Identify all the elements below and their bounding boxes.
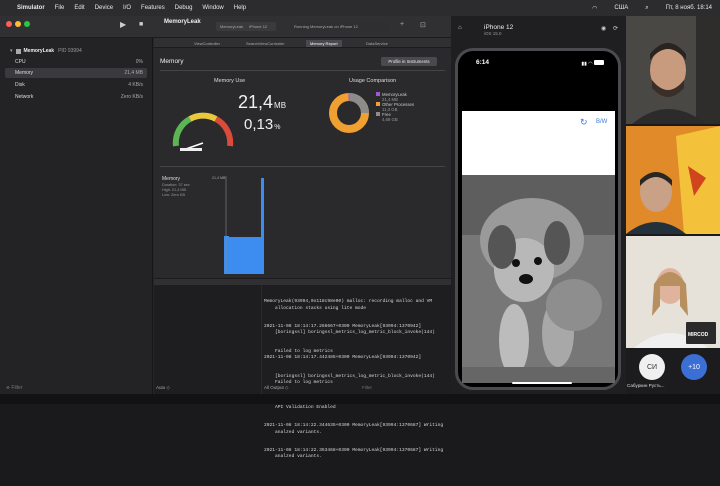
graph-title: Memory (162, 176, 181, 182)
divider (160, 70, 445, 71)
input-locale[interactable]: США (614, 5, 628, 11)
menu-features[interactable]: Features (141, 5, 165, 11)
process-pid: PID 93994 (58, 48, 82, 54)
rotate-icon[interactable]: ⟳ (613, 25, 618, 32)
memory-graph (224, 176, 264, 274)
debug-navigator: ▾ MemoryLeak PID 93994 CPU 0% Memory 21,4 … (0, 38, 153, 394)
console-output[interactable]: MemoryLeak(93994,0x118c98e00) malloc: re… (262, 285, 451, 459)
memory-use-value: 21,4MB (238, 92, 287, 112)
stop-icon[interactable]: ■ (139, 21, 143, 28)
tab-viewcontroller[interactable]: ViewController (194, 41, 220, 46)
add-icon[interactable]: + (400, 21, 404, 28)
home-icon[interactable]: ⌂ (458, 25, 462, 31)
status-icons: ▮▮ ◠ (581, 60, 604, 67)
usage-donut-chart (329, 93, 369, 133)
menu-help[interactable]: Help (234, 5, 246, 11)
graph-info: Duration: 37 sec High: 21,4 MB Low: Zero… (162, 183, 190, 197)
editor-area: ViewController SearchViewController Memo… (154, 38, 451, 459)
console-filter[interactable]: Filter (362, 385, 372, 391)
participant-video-1[interactable] (626, 16, 720, 124)
menu-window[interactable]: Window (202, 5, 223, 11)
more-participants-button[interactable]: +10 (681, 354, 707, 380)
clock[interactable]: Пт, 8 нояб. 18:14 (666, 5, 712, 11)
console-output-selector[interactable]: All Output ◇ (264, 385, 288, 391)
usage-comparison-title: Usage Comparison (349, 78, 397, 84)
menu-io[interactable]: I/O (123, 5, 131, 11)
self-name: Сабуркин Русть... (627, 383, 665, 388)
menu-debug[interactable]: Debug (175, 5, 193, 11)
app-icon (15, 48, 21, 54)
menu-edit[interactable]: Edit (74, 5, 84, 11)
participant-video-2[interactable] (626, 126, 720, 234)
dock-edge (0, 394, 720, 404)
xcode-toolbar: ▶ ■ MemoryLeak MemoryLeak iPhone 12 Runni… (0, 16, 451, 38)
divider (160, 166, 445, 167)
library-icon[interactable]: ⊡ (420, 21, 426, 29)
gauge-disk[interactable]: Disk 4 KB/s (5, 80, 147, 90)
navigator-filter[interactable]: ⌯ Filter (6, 385, 23, 391)
simulator-subtitle: iOS 15.0 (484, 31, 502, 36)
auto-selector[interactable]: Auto ◇ (156, 385, 170, 391)
app-screen: ↻ B/W (462, 111, 615, 383)
participant-video-3[interactable]: MIRCOD (626, 236, 720, 348)
tab-searchviewcontroller[interactable]: SearchViewController (246, 41, 285, 46)
bw-button[interactable]: B/W (596, 119, 607, 125)
close-window-button[interactable] (6, 21, 12, 27)
tab-memory-report[interactable]: Memory Report (306, 40, 342, 47)
gauge-memory[interactable]: Memory 21,4 MB (5, 68, 147, 78)
self-avatar[interactable]: СИ (639, 354, 665, 380)
tab-dataservice[interactable]: DataService (366, 41, 388, 46)
refresh-icon[interactable]: ↻ (580, 117, 588, 128)
scheme-selector[interactable]: MemoryLeak iPhone 12 (216, 22, 276, 31)
menu-device[interactable]: Device (95, 5, 113, 11)
gauge-cpu[interactable]: CPU 0% (5, 57, 147, 67)
status-time: 6:14 (476, 59, 490, 66)
wifi-icon[interactable]: ◠ (592, 5, 597, 12)
memory-gauge (172, 112, 234, 151)
search-icon[interactable]: ⌕ (645, 5, 648, 12)
zoom-window-button[interactable] (24, 21, 30, 27)
jump-bar: ViewController SearchViewController Memo… (154, 38, 451, 48)
disclosure-icon[interactable]: ▾ (10, 48, 13, 54)
usage-legend: MemoryLeak 21,4 MB Other Processes 11,3 … (376, 92, 414, 122)
xcode-window: ▶ ■ MemoryLeak MemoryLeak iPhone 12 Runni… (0, 16, 451, 459)
run-icon[interactable]: ▶ (120, 20, 126, 29)
report-title: Memory (160, 58, 184, 65)
dog-photo (462, 175, 615, 383)
variables-view[interactable]: Auto ◇ (154, 285, 261, 394)
gauge-network[interactable]: Network Zero KB/s (5, 92, 147, 102)
laptop-badge: MIRCOD (688, 332, 709, 338)
activity-status: Running MemoryLeak on iPhone 12 (290, 22, 390, 31)
participant-strip: СИ +10 Сабуркин Русть... (626, 350, 720, 394)
memory-use-percent: 0,13% (244, 116, 281, 133)
menu-app-name[interactable]: Simulator (17, 5, 45, 11)
project-name: MemoryLeak (164, 19, 201, 25)
profile-in-instruments-button[interactable]: Profile in Instruments (381, 57, 437, 66)
memory-use-title: Memory Use (214, 78, 246, 84)
menu-file[interactable]: File (55, 5, 65, 11)
screenshot-icon[interactable]: ◉ (601, 25, 606, 32)
menu-bar: Simulator File Edit Device I/O Features … (0, 0, 720, 16)
simulator-title: iPhone 12 (484, 24, 514, 31)
home-indicator (512, 382, 572, 384)
process-row[interactable]: ▾ MemoryLeak PID 93994 (5, 46, 147, 56)
minimize-window-button[interactable] (15, 21, 21, 27)
debug-bar (154, 278, 451, 285)
process-name: MemoryLeak (23, 48, 55, 54)
